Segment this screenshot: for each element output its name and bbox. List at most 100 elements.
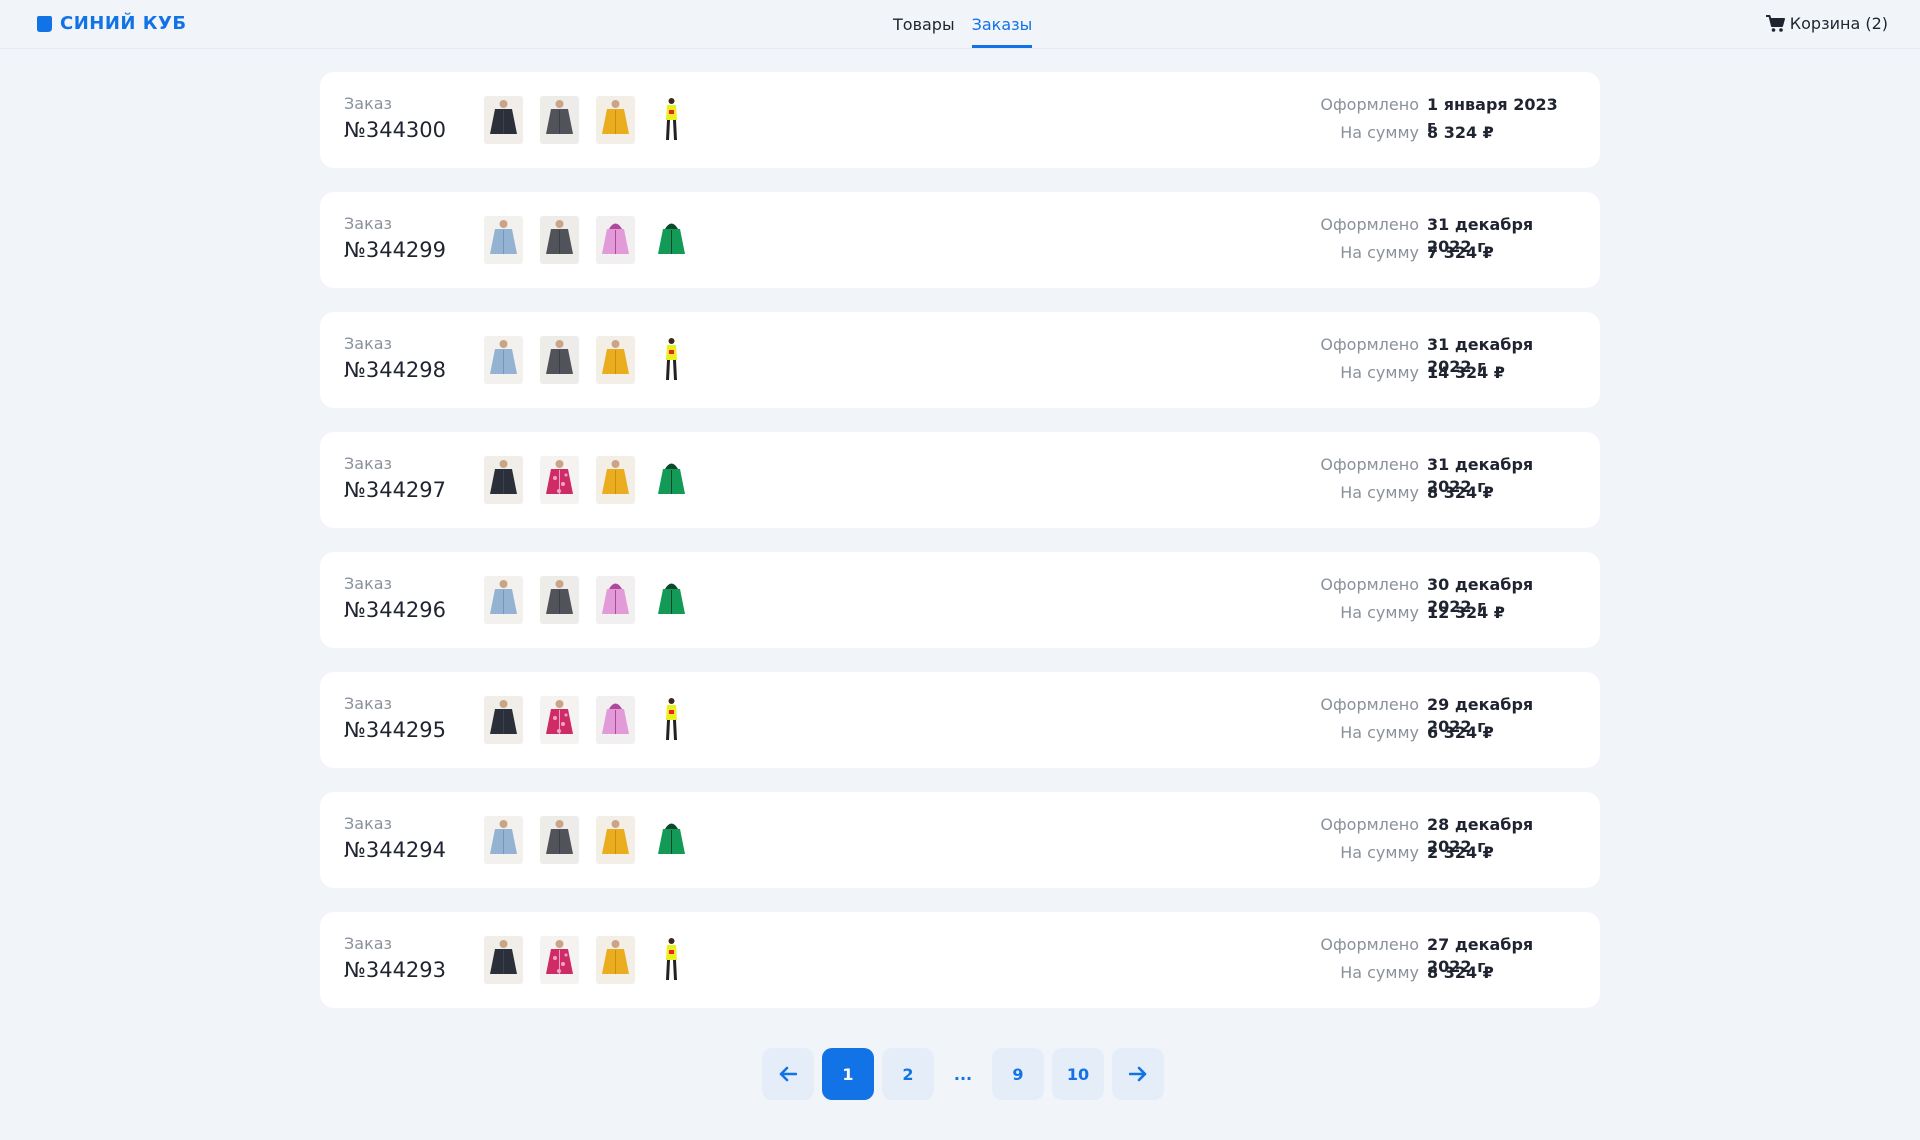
order-card[interactable]: Заказ №344299 Оформлено 31 декабря 2022 … bbox=[320, 192, 1600, 288]
nav-item-orders[interactable]: Заказы bbox=[971, 0, 1033, 48]
orders-list: Заказ №344300 Оформлено 1 января 2023 г … bbox=[320, 72, 1600, 1032]
logo-text: СИНИЙ КУБ bbox=[60, 13, 187, 34]
order-label: Заказ bbox=[344, 454, 393, 473]
product-thumbnail bbox=[540, 336, 579, 384]
order-number: №344294 bbox=[344, 838, 447, 862]
page-button-1[interactable]: 1 bbox=[822, 1048, 874, 1100]
prev-page-button[interactable] bbox=[762, 1048, 814, 1100]
page-button-9[interactable]: 9 bbox=[992, 1048, 1044, 1100]
product-thumbnail bbox=[540, 696, 579, 744]
next-page-button[interactable] bbox=[1112, 1048, 1164, 1100]
order-label: Заказ bbox=[344, 694, 393, 713]
page-button-2[interactable]: 2 bbox=[882, 1048, 934, 1100]
product-thumbnail bbox=[540, 816, 579, 864]
product-thumbnail bbox=[596, 696, 635, 744]
order-date: 28 декабря 2022 г bbox=[1427, 815, 1534, 856]
order-meta: Оформлено 30 декабря 2022 г На сумму 12 … bbox=[1320, 574, 1570, 630]
page-ellipsis: ... bbox=[953, 1064, 973, 1084]
product-thumbnail bbox=[652, 816, 691, 864]
order-date: 30 декабря 2022 г bbox=[1427, 575, 1534, 616]
product-thumbnail bbox=[596, 576, 635, 624]
product-thumbnail bbox=[484, 816, 523, 864]
order-meta: Оформлено 31 декабря 2022 г На сумму 7 3… bbox=[1320, 214, 1570, 270]
cart-button[interactable]: Корзина (2) bbox=[1765, 14, 1888, 33]
order-sum: 8 324 ₽ bbox=[1427, 963, 1494, 982]
product-thumbnail bbox=[652, 96, 691, 144]
product-thumbnail bbox=[540, 936, 579, 984]
placed-label: Оформлено bbox=[1320, 935, 1419, 954]
sum-label: На сумму bbox=[1340, 603, 1419, 622]
order-card[interactable]: Заказ №344296 Оформлено 30 декабря 2022 … bbox=[320, 552, 1600, 648]
product-thumbnail bbox=[652, 456, 691, 504]
sum-label: На сумму bbox=[1340, 843, 1419, 862]
product-thumbnail bbox=[540, 576, 579, 624]
order-date: 29 декабря 2022 г bbox=[1427, 695, 1534, 736]
product-thumbnail bbox=[540, 216, 579, 264]
product-thumbnail bbox=[596, 936, 635, 984]
order-sum: 12 324 ₽ bbox=[1427, 603, 1505, 622]
product-thumbnail bbox=[652, 936, 691, 984]
arrow-right-icon bbox=[1129, 1066, 1147, 1082]
placed-label: Оформлено bbox=[1320, 95, 1419, 114]
product-thumbnail bbox=[484, 216, 523, 264]
product-thumbnail bbox=[540, 456, 579, 504]
pagination: 1 2 ... 9 10 bbox=[762, 1048, 1164, 1100]
order-card[interactable]: Заказ №344298 Оформлено 31 декабря 2022 … bbox=[320, 312, 1600, 408]
order-number: №344297 bbox=[344, 478, 447, 502]
order-meta: Оформлено 31 декабря 2022 г На сумму 8 3… bbox=[1320, 454, 1570, 510]
sum-label: На сумму bbox=[1340, 123, 1419, 142]
product-thumbnail bbox=[484, 336, 523, 384]
order-sum: 6 324 ₽ bbox=[1427, 723, 1494, 742]
order-thumbnails bbox=[484, 456, 691, 504]
sum-label: На сумму bbox=[1340, 363, 1419, 382]
order-date: 31 декабря 2022 г bbox=[1427, 215, 1534, 256]
order-meta: Оформлено 29 декабря 2022 г На сумму 6 3… bbox=[1320, 694, 1570, 750]
order-date: 31 декабря 2022 г bbox=[1427, 455, 1534, 496]
product-thumbnail bbox=[596, 96, 635, 144]
order-card[interactable]: Заказ №344297 Оформлено 31 декабря 2022 … bbox=[320, 432, 1600, 528]
product-thumbnail bbox=[596, 336, 635, 384]
order-sum: 2 324 ₽ bbox=[1427, 843, 1494, 862]
order-label: Заказ bbox=[344, 934, 393, 953]
order-card[interactable]: Заказ №344293 Оформлено 27 декабря 2022 … bbox=[320, 912, 1600, 1008]
sum-label: На сумму bbox=[1340, 483, 1419, 502]
order-number: №344299 bbox=[344, 238, 447, 262]
order-meta: Оформлено 27 декабря 2022 г На сумму 8 3… bbox=[1320, 934, 1570, 990]
product-thumbnail bbox=[484, 576, 523, 624]
product-thumbnail bbox=[540, 96, 579, 144]
order-thumbnails bbox=[484, 936, 691, 984]
order-number: №344300 bbox=[344, 118, 447, 142]
top-header: СИНИЙ КУБ Товары Заказы Корзина (2) bbox=[0, 0, 1920, 49]
product-thumbnail bbox=[652, 696, 691, 744]
placed-label: Оформлено bbox=[1320, 335, 1419, 354]
product-thumbnail bbox=[484, 456, 523, 504]
order-card[interactable]: Заказ №344295 Оформлено 29 декабря 2022 … bbox=[320, 672, 1600, 768]
order-label: Заказ bbox=[344, 214, 393, 233]
product-thumbnail bbox=[596, 456, 635, 504]
order-sum: 14 324 ₽ bbox=[1427, 363, 1505, 382]
order-thumbnails bbox=[484, 216, 691, 264]
placed-label: Оформлено bbox=[1320, 455, 1419, 474]
order-sum: 7 324 ₽ bbox=[1427, 243, 1494, 262]
order-card[interactable]: Заказ №344294 Оформлено 28 декабря 2022 … bbox=[320, 792, 1600, 888]
order-sum: 8 324 ₽ bbox=[1427, 123, 1494, 142]
product-thumbnail bbox=[596, 216, 635, 264]
order-card[interactable]: Заказ №344300 Оформлено 1 января 2023 г … bbox=[320, 72, 1600, 168]
order-thumbnails bbox=[484, 576, 691, 624]
order-date: 1 января 2023 г bbox=[1427, 95, 1558, 136]
order-thumbnails bbox=[484, 96, 691, 144]
logo[interactable]: СИНИЙ КУБ bbox=[34, 13, 187, 34]
order-thumbnails bbox=[484, 336, 691, 384]
cart-icon bbox=[1765, 14, 1785, 32]
placed-label: Оформлено bbox=[1320, 695, 1419, 714]
order-label: Заказ bbox=[344, 814, 393, 833]
order-meta: Оформлено 1 января 2023 г На сумму 8 324… bbox=[1320, 94, 1570, 150]
order-date: 27 декабря 2022 г bbox=[1427, 935, 1534, 976]
page-button-10[interactable]: 10 bbox=[1052, 1048, 1104, 1100]
product-thumbnail bbox=[652, 576, 691, 624]
order-thumbnails bbox=[484, 696, 691, 744]
order-thumbnails bbox=[484, 816, 691, 864]
product-thumbnail bbox=[652, 216, 691, 264]
product-thumbnail bbox=[484, 696, 523, 744]
nav-item-products[interactable]: Товары bbox=[893, 0, 955, 48]
